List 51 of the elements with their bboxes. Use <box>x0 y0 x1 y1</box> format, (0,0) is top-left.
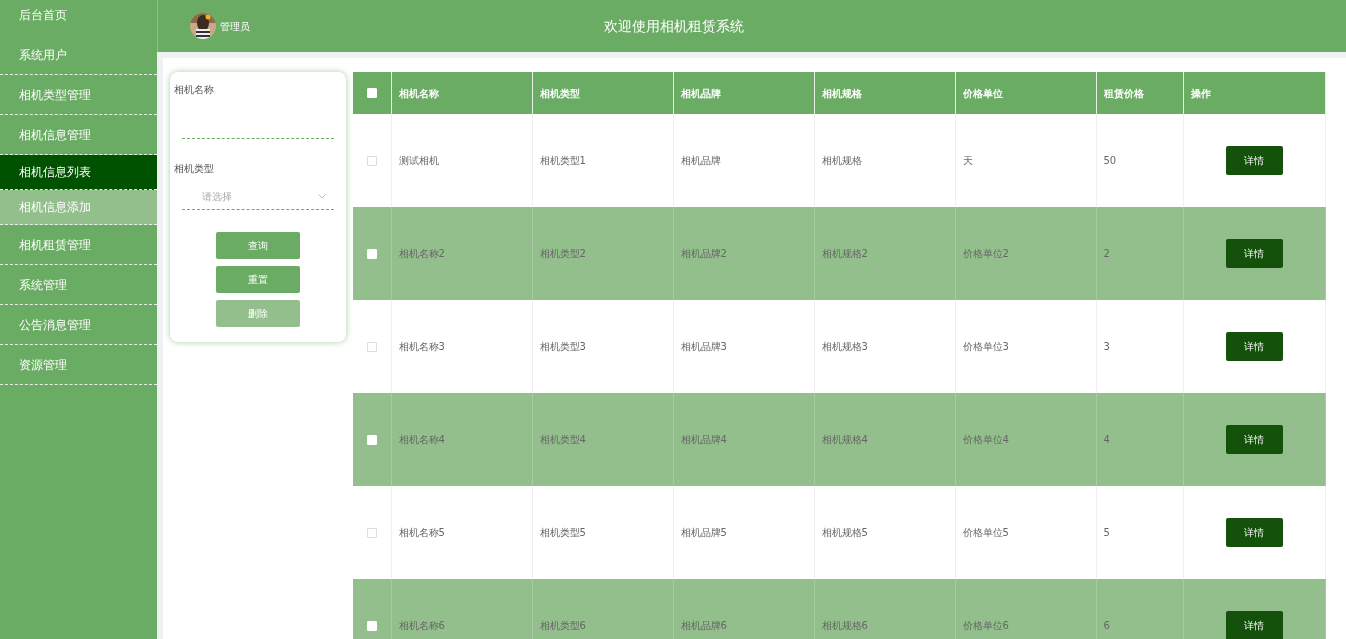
field-label: 相机名称 <box>174 83 215 97</box>
table-cell: 相机类型2 <box>532 207 673 300</box>
table-cell: 价格单位6 <box>955 579 1096 639</box>
table-cell: 价格单位4 <box>955 393 1096 486</box>
chevron-down-icon <box>318 194 326 199</box>
details-button[interactable]: 详情 <box>1225 611 1283 639</box>
column-header: 相机规格 <box>814 72 955 114</box>
sidebar-item[interactable]: 资源管理 <box>0 345 157 385</box>
column-header: 相机名称 <box>391 72 532 114</box>
column-header: 租赁价格 <box>1096 72 1183 114</box>
table-cell: 相机规格2 <box>814 207 955 300</box>
details-button[interactable]: 详情 <box>1225 425 1283 454</box>
details-button[interactable]: 详情 <box>1225 332 1283 361</box>
column-header: 相机品牌 <box>673 72 814 114</box>
table-cell: 4 <box>1096 393 1183 486</box>
select-field[interactable]: 请选择 <box>182 184 334 210</box>
details-button[interactable]: 详情 <box>1225 239 1283 268</box>
row-checkbox[interactable] <box>366 341 377 352</box>
table-cell: 相机类型4 <box>532 393 673 486</box>
sidebar-item[interactable]: 相机信息列表 <box>0 155 157 190</box>
table-cell: 相机类型6 <box>532 579 673 639</box>
sidebar-item[interactable]: 系统管理 <box>0 265 157 305</box>
sidebar-item[interactable]: 相机租赁管理 <box>0 225 157 265</box>
filter-button[interactable]: 重置 <box>216 266 300 293</box>
table-cell: 相机名称2 <box>391 207 532 300</box>
table-cell: 相机规格6 <box>814 579 955 639</box>
details-button[interactable]: 详情 <box>1225 146 1283 175</box>
row-checkbox[interactable] <box>366 155 377 166</box>
row-checkbox[interactable] <box>366 527 377 538</box>
column-header: 价格单位 <box>955 72 1096 114</box>
table-cell: 6 <box>1096 579 1183 639</box>
column-header: 相机类型 <box>532 72 673 114</box>
table-cell: 相机名称4 <box>391 393 532 486</box>
column-header: 操作 <box>1183 72 1325 114</box>
page-title: 欢迎使用相机租赁系统 <box>604 16 744 36</box>
table-cell: 相机品牌4 <box>673 393 814 486</box>
user-name: 管理员 <box>220 19 250 34</box>
table-cell: 相机规格4 <box>814 393 955 486</box>
sidebar-item[interactable]: 相机信息添加 <box>0 190 157 225</box>
sidebar-item[interactable]: 公告消息管理 <box>0 305 157 345</box>
sidebar-item[interactable]: 相机类型管理 <box>0 75 157 115</box>
table-cell: 相机品牌6 <box>673 579 814 639</box>
select-all-checkbox[interactable] <box>366 88 377 98</box>
sidebar-item[interactable]: 后台首页 <box>0 0 157 35</box>
details-button[interactable]: 详情 <box>1225 518 1283 547</box>
filter-button[interactable]: 查询 <box>216 232 300 259</box>
table-cell: 相机名称6 <box>391 579 532 639</box>
table-cell: 相机品牌2 <box>673 207 814 300</box>
table-cell: 价格单位2 <box>955 207 1096 300</box>
field-label: 相机类型 <box>174 162 215 176</box>
table-cell: 2 <box>1096 207 1183 300</box>
